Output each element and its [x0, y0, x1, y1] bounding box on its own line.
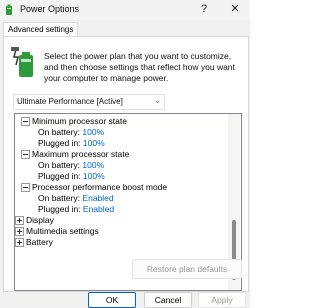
restore-plan-defaults-button[interactable]: Restore plan defaults: [132, 259, 242, 279]
tree-item-label: Battery: [26, 237, 53, 247]
close-button[interactable]: ✕: [226, 1, 244, 17]
power-plan-dropdown[interactable]: Ultimate Performance [Active] ⌄: [13, 94, 165, 110]
expand-icon[interactable]: [15, 238, 24, 247]
tree-item-label: Maximum processor state: [32, 149, 130, 159]
tree-item-label: Display: [26, 215, 54, 225]
help-button[interactable]: ?: [196, 1, 212, 17]
chevron-down-icon: ⌄: [154, 96, 161, 105]
title-bar: Power Options ? ✕: [0, 0, 250, 20]
setting-label: Plugged in:: [38, 204, 83, 214]
collapse-icon[interactable]: [21, 150, 30, 159]
cancel-button[interactable]: Cancel: [144, 292, 192, 308]
tree-item-label: Minimum processor state: [32, 116, 127, 126]
tree-item-max-plugged-in[interactable]: Plugged in: 100%: [38, 171, 105, 182]
tab-strip: Advanced settings: [0, 20, 250, 37]
ok-button[interactable]: OK: [88, 292, 136, 308]
window-title: Power Options: [20, 4, 80, 14]
tree-item-label: Multimedia settings: [26, 226, 99, 236]
collapse-icon[interactable]: [21, 183, 30, 192]
setting-label: On battery:: [38, 127, 83, 137]
tree-item-boost-plugged-in[interactable]: Plugged in: Enabled: [38, 204, 114, 215]
setting-value[interactable]: 100%: [83, 171, 105, 181]
advanced-settings-panel: Select the power plan that you want to c…: [3, 36, 249, 292]
power-options-window: Power Options ? ✕ Advanced settings Sele…: [0, 0, 250, 308]
plan-selected-value: Ultimate Performance [Active]: [17, 97, 123, 106]
collapse-icon[interactable]: [21, 117, 30, 126]
setting-value[interactable]: 100%: [82, 127, 104, 137]
setting-label: On battery:: [38, 160, 83, 170]
expand-icon[interactable]: [15, 216, 24, 225]
power-plan-icon: [11, 47, 33, 77]
setting-label: Plugged in:: [38, 138, 83, 148]
apply-button[interactable]: Apply: [198, 292, 246, 308]
tree-item-label: Processor performance boost mode: [32, 182, 168, 192]
setting-label: Plugged in:: [38, 171, 83, 181]
tree-item-min-plugged-in[interactable]: Plugged in: 100%: [38, 138, 105, 149]
setting-value[interactable]: 100%: [82, 160, 104, 170]
battery-plug-icon: [6, 4, 12, 15]
tab-advanced-settings[interactable]: Advanced settings: [3, 22, 79, 37]
setting-label: On battery:: [38, 193, 83, 203]
setting-value[interactable]: Enabled: [82, 193, 113, 203]
tree-item-max-on-battery[interactable]: On battery: 100%: [38, 160, 104, 171]
setting-value[interactable]: Enabled: [83, 204, 114, 214]
tree-item-min-on-battery[interactable]: On battery: 100%: [38, 127, 104, 138]
setting-value[interactable]: 100%: [83, 138, 105, 148]
intro-text: Select the power plan that you want to c…: [44, 51, 235, 83]
tree-item-boost-on-battery[interactable]: On battery: Enabled: [38, 193, 114, 204]
expand-icon[interactable]: [15, 227, 24, 236]
